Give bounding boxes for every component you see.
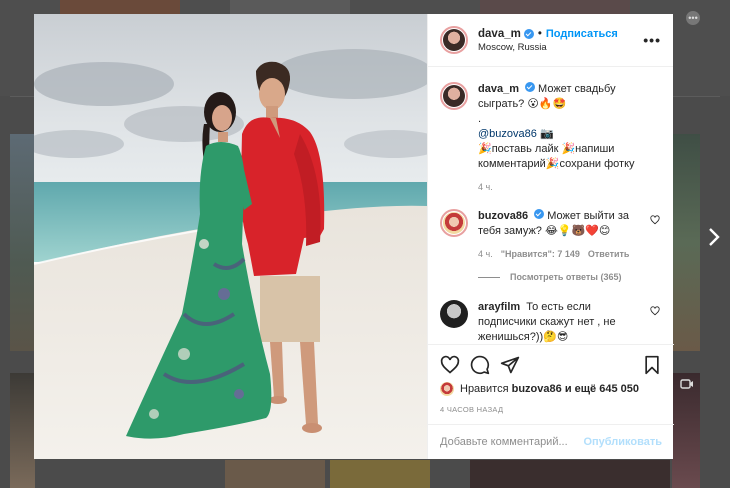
likes-user[interactable]: buzova86: [512, 383, 562, 395]
avatar[interactable]: [440, 382, 454, 396]
verified-icon: [524, 82, 535, 92]
background-tile[interactable]: [470, 460, 670, 488]
caption: dava_m Может свадьбу сыграть? 😮🔥🤩 . @buz…: [440, 82, 662, 195]
background-tile[interactable]: [330, 460, 430, 488]
replies-label[interactable]: Посмотреть ответы (365): [510, 272, 622, 282]
caption-mention-emoji: 📷: [539, 128, 554, 140]
publish-button[interactable]: Опубликовать: [583, 436, 662, 448]
background-tile[interactable]: [10, 373, 35, 488]
comment-input[interactable]: Добавьте комментарий...: [440, 436, 583, 448]
heart-icon[interactable]: [440, 355, 460, 375]
comment-body: arayfilm То есть если подписчики скажут …: [478, 300, 646, 344]
more-icon[interactable]: •••: [643, 32, 661, 48]
caption-mention[interactable]: @buzova86: [478, 128, 537, 140]
comment: buzova86 Может выйти за тебя замуж? 😂💡🐻❤…: [440, 209, 662, 262]
comment-likes[interactable]: "Нравится": 7 149: [501, 247, 580, 262]
comment: arayfilm То есть если подписчики скажут …: [440, 300, 662, 344]
avatar[interactable]: [440, 209, 468, 237]
likes-summary: Нравится buzova86 и ещё 645 050: [440, 382, 662, 396]
caption-dot: .: [478, 113, 482, 125]
post-author: dava_m • Подписаться Moscow, Russia: [478, 28, 643, 53]
comment-meta: 4 ч. "Нравится": 7 149 Ответить: [478, 247, 646, 262]
caption-meta: 4 ч.: [478, 180, 646, 195]
bookmark-icon[interactable]: [642, 355, 662, 375]
dot-separator: •: [537, 27, 542, 40]
likes-prefix: Нравится: [460, 383, 509, 395]
comments-list: dava_m Может свадьбу сыграть? 😮🔥🤩 . @buz…: [428, 68, 674, 344]
verified-icon: [523, 28, 534, 39]
caption-time[interactable]: 4 ч.: [478, 180, 493, 195]
beach-photo-illustration: [34, 14, 427, 459]
likes-count[interactable]: и ещё 645 050: [565, 383, 639, 395]
caption-cta: 🎉поставь лайк 🎉напиши комментарий🎉сохран…: [478, 143, 635, 170]
heart-icon[interactable]: [650, 215, 660, 225]
view-replies-button[interactable]: Посмотреть ответы (365): [478, 272, 662, 282]
avatar[interactable]: [440, 26, 468, 54]
post-location[interactable]: Moscow, Russia: [478, 42, 643, 53]
reply-button[interactable]: Ответить: [588, 247, 630, 262]
post-modal: dava_m • Подписаться Moscow, Russia ••• …: [34, 14, 674, 459]
verified-icon: [534, 209, 545, 219]
comment-icon[interactable]: [470, 355, 490, 375]
author-username[interactable]: dava_m: [478, 28, 521, 40]
caption-username[interactable]: dava_m: [478, 83, 519, 95]
background-tile[interactable]: [10, 134, 35, 351]
background-tile[interactable]: [672, 134, 700, 351]
heart-icon[interactable]: [650, 306, 660, 316]
next-arrow-icon[interactable]: [704, 224, 724, 250]
comment-username[interactable]: arayfilm: [478, 301, 520, 313]
background-tile[interactable]: [672, 373, 700, 488]
comment-body: buzova86 Может выйти за тебя замуж? 😂💡🐻❤…: [478, 209, 646, 262]
avatar[interactable]: [440, 300, 468, 328]
post-sidebar: dava_m • Подписаться Moscow, Russia ••• …: [427, 14, 674, 459]
action-icons: [440, 352, 662, 378]
share-icon[interactable]: [500, 355, 520, 375]
replies-line: [478, 276, 500, 278]
post-photo[interactable]: [34, 14, 427, 459]
more-icon[interactable]: •••: [686, 11, 700, 25]
post-timestamp[interactable]: 4 ЧАСОВ НАЗАД: [440, 405, 662, 414]
background-tile[interactable]: [225, 460, 325, 488]
comment-username[interactable]: buzova86: [478, 210, 528, 222]
caption-body: dava_m Может свадьбу сыграть? 😮🔥🤩 . @buz…: [478, 82, 646, 195]
follow-button[interactable]: Подписаться: [546, 28, 618, 40]
background-tile: [60, 0, 180, 14]
comment-composer: Добавьте комментарий... Опубликовать: [428, 424, 674, 459]
avatar[interactable]: [440, 82, 468, 110]
post-actions: Нравится buzova86 и ещё 645 050 4 ЧАСОВ …: [428, 344, 674, 414]
comment-time[interactable]: 4 ч.: [478, 247, 493, 262]
background-tile: [480, 0, 630, 14]
post-header: dava_m • Подписаться Moscow, Russia •••: [428, 14, 673, 67]
background-tile: [230, 0, 350, 14]
video-icon: [680, 379, 693, 389]
